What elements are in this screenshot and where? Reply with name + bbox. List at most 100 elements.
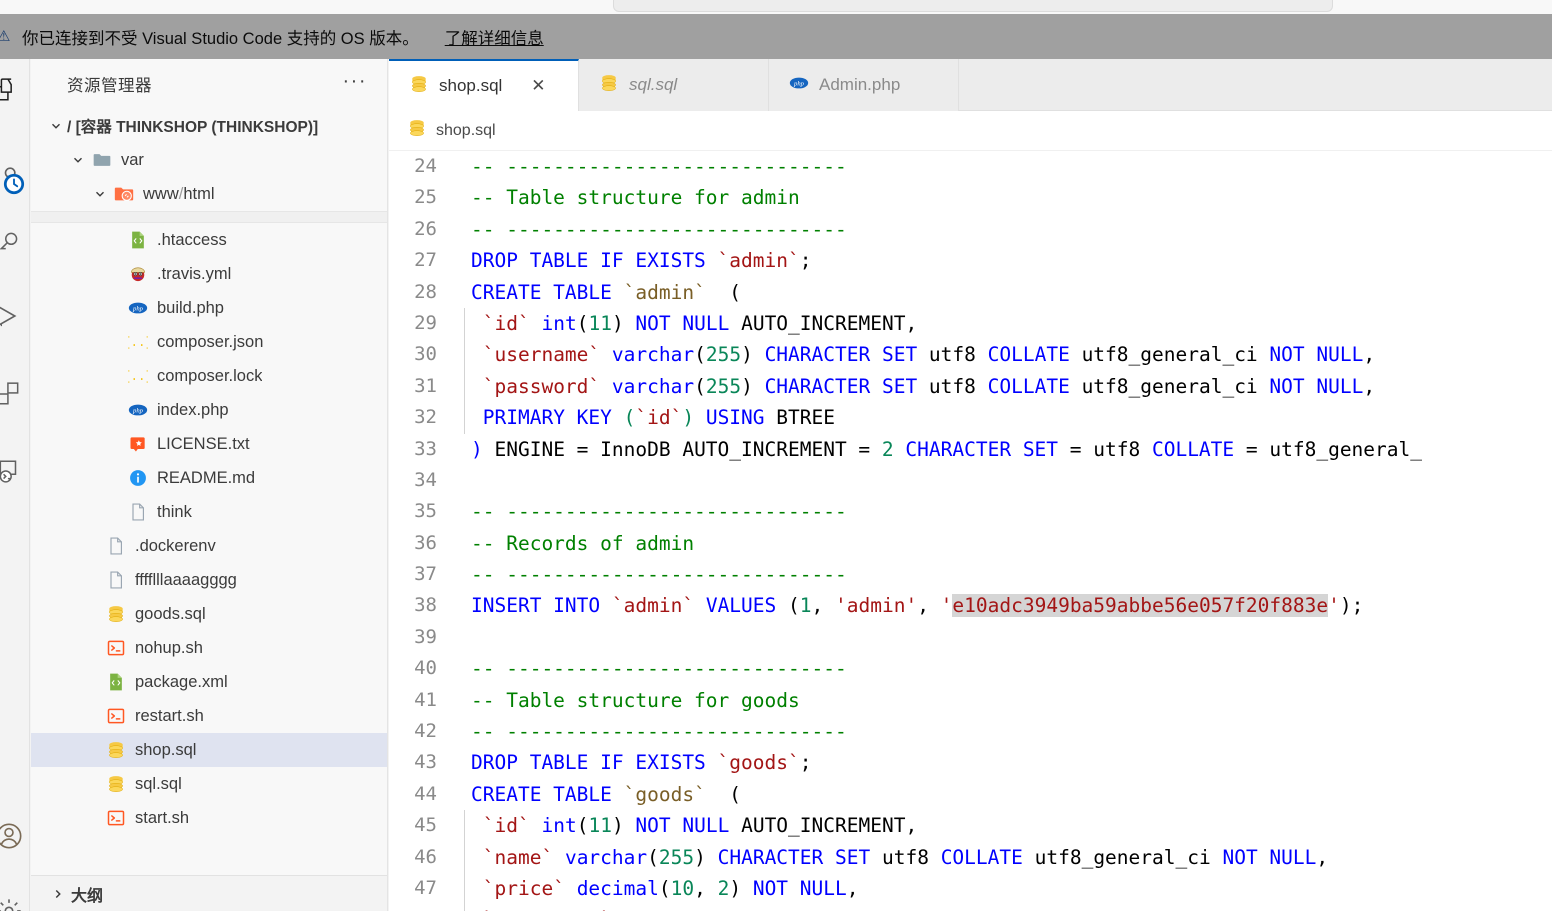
code-token: , <box>917 594 941 618</box>
remote-explorer-icon[interactable] <box>0 454 26 488</box>
tree-file-item[interactable]: start.sh <box>31 801 387 835</box>
editor-tab[interactable]: shop.sql ✕ <box>389 59 579 111</box>
quick-input-box[interactable] <box>613 0 1333 12</box>
account-icon[interactable] <box>0 819 26 853</box>
code-token: CHARACTER SET <box>764 374 918 398</box>
editor-tab-bar: shop.sql ✕ sql.sql php Admin.php <box>389 59 1552 111</box>
tree-file-item[interactable]: .dockerenv <box>31 529 387 563</box>
indent-guide <box>459 528 471 559</box>
line-number: 44 <box>414 782 437 805</box>
code-token: `username` <box>482 343 601 367</box>
code-line[interactable]: 27 DROP TABLE IF EXISTS `admin`; <box>389 245 1552 276</box>
code-line[interactable]: 46 `name` varchar(255) CHARACTER SET utf… <box>389 841 1552 874</box>
code-line[interactable]: 47 `price` decimal(10, 2) NOT NULL, <box>389 872 1552 905</box>
code-line[interactable]: 36 -- Records of admin <box>389 528 1552 559</box>
code-token: ; <box>799 751 812 775</box>
tree-file-item[interactable]: .travis.yml <box>31 257 387 291</box>
tree-folder-var[interactable]: var <box>31 143 387 177</box>
editor-tab[interactable]: php Admin.php <box>769 59 959 111</box>
code-line[interactable]: 32 PRIMARY KEY (`id`) USING BTREE <box>389 402 1552 434</box>
run-and-debug-icon[interactable] <box>0 299 26 333</box>
code-line[interactable]: 45 `id` int(11) NOT NULL AUTO_INCREMENT, <box>389 810 1552 842</box>
tree-file-item[interactable]: {..} composer.lock <box>31 359 387 393</box>
clock-badge-icon <box>0 167 31 201</box>
sidebar: 资源管理器 ··· / [容器 THINKSHOP (THINKSHOP)] v… <box>31 59 388 911</box>
indent-guide <box>459 747 471 778</box>
database-icon <box>407 118 427 143</box>
code-line[interactable]: 38 INSERT INTO `admin` VALUES (1, 'admin'… <box>389 590 1552 621</box>
tree-folder-www-html[interactable]: www/html <box>31 177 387 211</box>
banner-learn-more-link[interactable]: 了解详细信息 <box>445 25 544 49</box>
tree-file-item[interactable]: README.md <box>31 461 387 495</box>
svg-text:php: php <box>132 408 144 415</box>
code-token: AUTO_INCREMENT, <box>729 311 918 335</box>
breadcrumb[interactable]: shop.sql <box>389 111 1552 151</box>
code-line[interactable]: 39 <box>389 622 1552 653</box>
code-token: -- ----------------------------- <box>471 720 847 744</box>
tree-file-label: shop.sql <box>135 740 197 759</box>
tree-file-item[interactable]: {..} composer.json <box>31 325 387 359</box>
code-line[interactable]: 44 CREATE TABLE `goods` ( <box>389 779 1552 810</box>
tree-file-label: nohup.sh <box>135 638 203 657</box>
code-line-text: `name` varchar(255) CHARACTER SET utf8 C… <box>471 842 1328 873</box>
code-line-text: `password` varchar(255) CHARACTER SET ut… <box>471 371 1375 402</box>
outline-section-header[interactable]: 大纲 <box>31 875 387 911</box>
close-icon[interactable]: ✕ <box>528 76 548 96</box>
tree-file-item[interactable]: .htaccess <box>31 223 387 257</box>
code-editor[interactable]: 24 -- ----------------------------- 25 -- T… <box>389 151 1552 911</box>
tree-file-item[interactable]: goods.sql <box>31 597 387 631</box>
indent-guide <box>459 559 471 590</box>
code-token: 255 <box>705 343 742 367</box>
tree-file-item[interactable]: shop.sql <box>31 733 387 767</box>
tree-file-item[interactable]: fffflllaaaagggg <box>31 563 387 597</box>
warning-icon: ⚠ <box>0 27 11 45</box>
tree-file-item[interactable]: package.xml <box>31 665 387 699</box>
code-line-text: -- Records of admin <box>471 528 694 559</box>
code-line[interactable]: 29 `id` int(11) NOT NULL AUTO_INCREMENT, <box>389 307 1552 340</box>
code-line[interactable]: 30 `username` varchar(255) CHARACTER SET… <box>389 339 1552 372</box>
code-line[interactable]: 37 -- ----------------------------- <box>389 559 1552 590</box>
tree-file-item[interactable]: restart.sh <box>31 699 387 733</box>
indent-guide <box>459 590 471 621</box>
code-line[interactable]: 34 <box>389 465 1552 496</box>
code-line[interactable]: 41 -- Table structure for goods <box>389 685 1552 716</box>
shell-icon <box>103 808 129 828</box>
tree-file-item[interactable]: php build.php <box>31 291 387 325</box>
code-line[interactable]: 33) ENGINE = InnoDB AUTO_INCREMENT = 2 C… <box>389 434 1552 465</box>
tree-file-item[interactable]: sql.sql <box>31 767 387 801</box>
code-line[interactable]: 28 CREATE TABLE `admin` ( <box>389 277 1552 308</box>
code-line[interactable]: 43 DROP TABLE IF EXISTS `goods`; <box>389 747 1552 778</box>
code-line[interactable]: 31 `password` varchar(255) CHARACTER SET… <box>389 370 1552 403</box>
line-number: 27 <box>414 249 437 272</box>
code-token: ( <box>576 814 589 838</box>
code-line[interactable]: 35 -- ----------------------------- <box>389 496 1552 527</box>
tree-file-item[interactable]: think <box>31 495 387 529</box>
tree-file-item[interactable]: php index.php <box>31 393 387 427</box>
code-token: `admin` <box>717 249 800 273</box>
code-line[interactable]: 40 -- ----------------------------- <box>389 653 1552 684</box>
editor-tab[interactable]: sql.sql <box>579 59 769 111</box>
code-line-text: -- ----------------------------- <box>471 559 847 590</box>
indent-guide <box>459 307 471 340</box>
tree-scroll-gap <box>31 211 387 223</box>
code-line[interactable]: 26 -- ----------------------------- <box>389 214 1552 245</box>
line-number: 48 <box>389 904 459 911</box>
gear-icon[interactable] <box>0 894 26 911</box>
explorer-icon[interactable] <box>0 73 26 107</box>
code-token: e10adc3949ba59abbe56e057f20f883e <box>952 594 1329 618</box>
code-line[interactable]: 48 `sale_time` datetime NOT NULL, <box>389 904 1552 911</box>
more-actions-icon[interactable]: ··· <box>343 71 367 92</box>
code-line[interactable]: 24 -- ----------------------------- <box>389 151 1552 182</box>
tree-file-item[interactable]: LICENSE.txt <box>31 427 387 461</box>
tree-file-label: README.md <box>157 468 256 487</box>
code-line[interactable]: 42 -- ----------------------------- <box>389 716 1552 747</box>
code-token: , <box>694 876 718 900</box>
code-token: COLLATE <box>940 845 1023 869</box>
extensions-icon[interactable] <box>0 377 26 411</box>
code-line[interactable]: 25 -- Table structure for admin <box>389 182 1552 213</box>
search-icon[interactable] <box>0 224 26 258</box>
tree-file-item[interactable]: nohup.sh <box>31 631 387 665</box>
tree-root-folder[interactable]: / [容器 THINKSHOP (THINKSHOP)] <box>31 109 387 143</box>
